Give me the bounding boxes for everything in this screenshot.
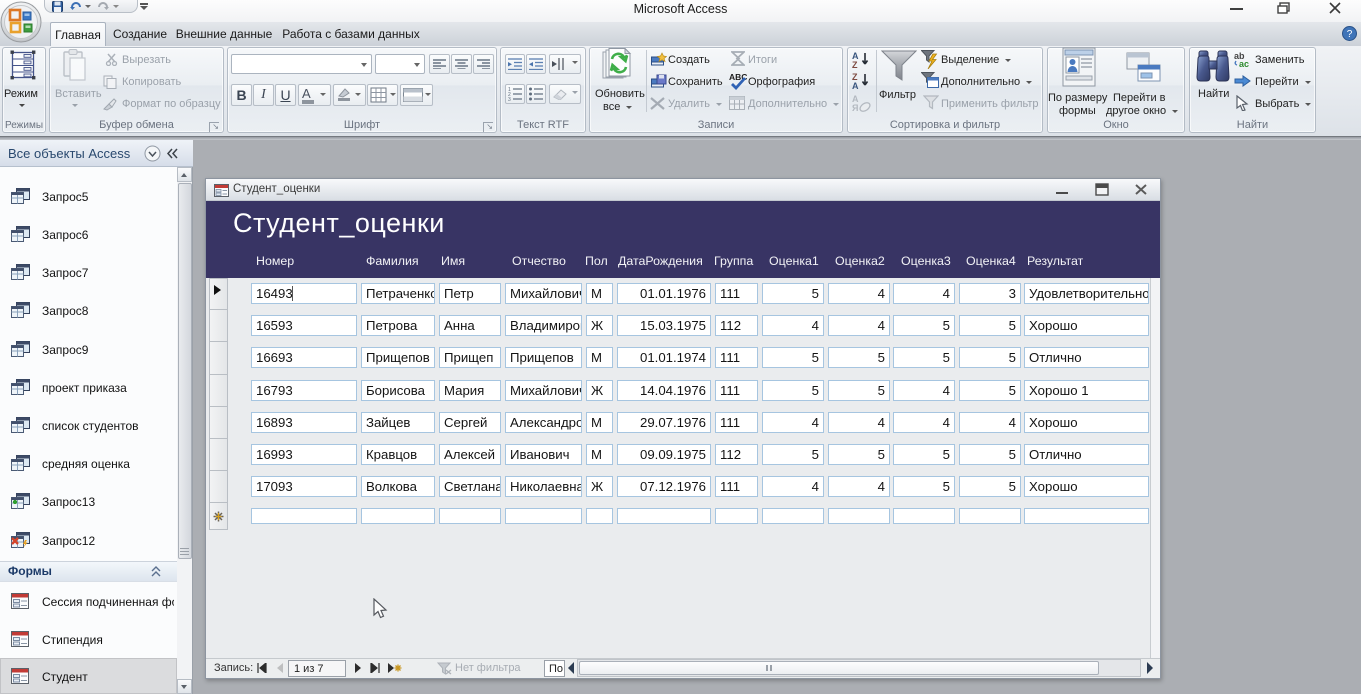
svg-text:А: А — [852, 81, 859, 89]
svg-text:ac: ac — [1239, 59, 1249, 67]
svg-text:3: 3 — [508, 97, 511, 101]
svg-text:Z: Z — [852, 60, 858, 68]
svg-text:?: ? — [1347, 29, 1353, 40]
svg-text:Я: Я — [852, 103, 858, 112]
